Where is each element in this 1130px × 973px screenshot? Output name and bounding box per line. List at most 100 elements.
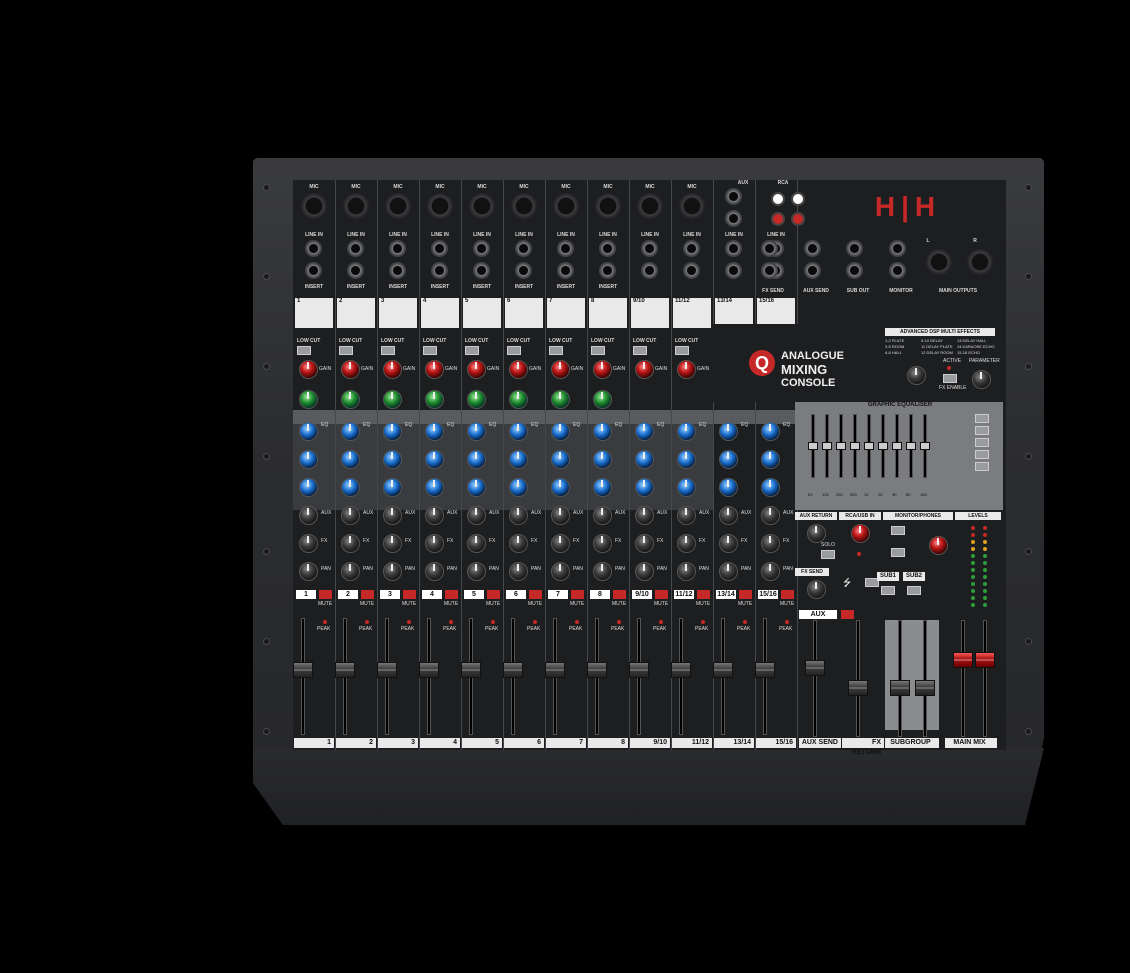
compression-knob[interactable] [593, 390, 612, 409]
compression-knob[interactable] [299, 390, 318, 409]
compression-knob[interactable] [383, 390, 402, 409]
low-cut-button[interactable] [297, 346, 311, 355]
eq-knob[interactable] [383, 422, 402, 441]
mute-button[interactable] [529, 590, 542, 599]
aux-send-knob[interactable] [593, 506, 612, 525]
aux-send-knob[interactable] [635, 506, 654, 525]
channel-fader[interactable] [755, 662, 775, 678]
low-cut-button[interactable] [591, 346, 605, 355]
fx-send-knob[interactable] [761, 534, 780, 553]
eq-knob[interactable] [467, 478, 486, 497]
fx-send-knob[interactable] [635, 534, 654, 553]
mute-button[interactable] [403, 590, 416, 599]
eq-knob[interactable] [299, 478, 318, 497]
geq-button-1[interactable] [975, 414, 989, 423]
geq-slider-250[interactable] [836, 442, 846, 450]
line-in-jack[interactable] [473, 240, 490, 257]
eq-knob[interactable] [761, 422, 780, 441]
compression-knob[interactable] [425, 390, 444, 409]
mic-input-xlr[interactable] [510, 192, 538, 220]
main-left-fader[interactable] [953, 652, 973, 668]
low-cut-button[interactable] [507, 346, 521, 355]
pan-knob[interactable] [677, 562, 696, 581]
eq-knob[interactable] [299, 422, 318, 441]
geq-button-4[interactable] [975, 450, 989, 459]
eq-knob[interactable] [719, 450, 738, 469]
main-right-fader[interactable] [975, 652, 995, 668]
mute-button[interactable] [319, 590, 332, 599]
sub1-fader[interactable] [890, 680, 910, 696]
fx-enable-button[interactable] [943, 374, 957, 383]
line-in-jack[interactable] [641, 240, 658, 257]
parameter-knob[interactable] [972, 370, 991, 389]
eq-knob[interactable] [677, 450, 696, 469]
compression-knob[interactable] [467, 390, 486, 409]
rca-in-right[interactable] [771, 212, 785, 226]
eq-knob[interactable] [467, 450, 486, 469]
aux-send-jack-2[interactable] [804, 262, 821, 279]
mute-button[interactable] [571, 590, 584, 599]
mic-input-xlr[interactable] [384, 192, 412, 220]
geq-slider-2K[interactable] [878, 442, 888, 450]
aux-mute-button[interactable] [841, 610, 854, 619]
line-in-jack[interactable] [557, 240, 574, 257]
pan-knob[interactable] [383, 562, 402, 581]
low-cut-button[interactable] [423, 346, 437, 355]
low-cut-button[interactable] [675, 346, 689, 355]
fx-send-jack-2[interactable] [761, 262, 778, 279]
sub2-assign-button[interactable] [907, 586, 921, 595]
eq-knob[interactable] [509, 422, 528, 441]
geq-slider-8K[interactable] [906, 442, 916, 450]
main-output-right-xlr[interactable] [966, 248, 994, 276]
channel-fader[interactable] [713, 662, 733, 678]
fx-send-knob[interactable] [677, 534, 696, 553]
aux-send-knob[interactable] [677, 506, 696, 525]
fx-send-knob[interactable] [383, 534, 402, 553]
insert-jack[interactable] [431, 262, 448, 279]
sub2-fader[interactable] [915, 680, 935, 696]
pan-knob[interactable] [593, 562, 612, 581]
geq-slider-500[interactable] [850, 442, 860, 450]
sub-out-jack-1[interactable] [846, 240, 863, 257]
aux-send-knob[interactable] [299, 506, 318, 525]
geq-slider-1K[interactable] [864, 442, 874, 450]
aux-return-knob[interactable] [807, 524, 826, 543]
mute-button[interactable] [445, 590, 458, 599]
eq-knob[interactable] [341, 450, 360, 469]
rca-usb-level-knob[interactable] [851, 524, 870, 543]
eq-knob[interactable] [677, 478, 696, 497]
gain-knob[interactable] [467, 360, 486, 379]
aux-return-solo-button[interactable] [821, 550, 835, 559]
low-cut-button[interactable] [465, 346, 479, 355]
pan-knob[interactable] [425, 562, 444, 581]
mic-input-xlr[interactable] [678, 192, 706, 220]
geq-slider-16K[interactable] [920, 442, 930, 450]
geq-slider-4K[interactable] [892, 442, 902, 450]
channel-fader[interactable] [671, 662, 691, 678]
fx-send-knob[interactable] [593, 534, 612, 553]
mic-input-xlr[interactable] [552, 192, 580, 220]
compression-knob[interactable] [509, 390, 528, 409]
aux-send-knob[interactable] [383, 506, 402, 525]
rca-out-left[interactable] [791, 192, 805, 206]
eq-knob[interactable] [425, 422, 444, 441]
insert-jack[interactable] [557, 262, 574, 279]
gain-knob[interactable] [677, 360, 696, 379]
eq-knob[interactable] [761, 478, 780, 497]
eq-knob[interactable] [635, 422, 654, 441]
main-output-left-xlr[interactable] [925, 248, 953, 276]
monitor-source-button-1[interactable] [891, 526, 905, 535]
low-cut-button[interactable] [633, 346, 647, 355]
channel-fader[interactable] [545, 662, 565, 678]
pan-knob[interactable] [299, 562, 318, 581]
line-in-jack[interactable] [347, 240, 364, 257]
low-cut-button[interactable] [339, 346, 353, 355]
geq-button-3[interactable] [975, 438, 989, 447]
channel-fader[interactable] [503, 662, 523, 678]
mute-button[interactable] [697, 590, 710, 599]
aux-send-knob[interactable] [509, 506, 528, 525]
channel-fader[interactable] [377, 662, 397, 678]
mute-button[interactable] [739, 590, 752, 599]
eq-knob[interactable] [551, 422, 570, 441]
aux-send-jack[interactable] [804, 240, 821, 257]
